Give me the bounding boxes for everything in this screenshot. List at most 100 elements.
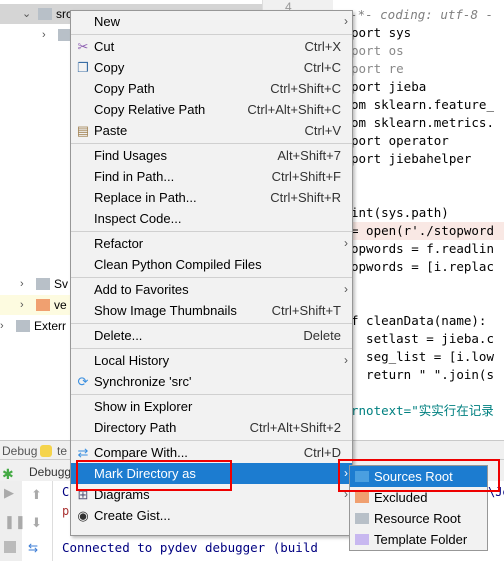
folder-icon xyxy=(355,471,369,482)
pause-icon[interactable]: ❚❚ xyxy=(4,514,26,530)
menu-item-show-in-explorer[interactable]: Show in Explorer xyxy=(71,396,352,417)
folder-icon xyxy=(36,278,50,290)
menu-separator xyxy=(71,440,352,441)
down-arrow-icon[interactable]: ⬇ xyxy=(31,515,42,531)
menu-separator xyxy=(71,348,352,349)
menu-item-shortcut: Ctrl+Shift+R xyxy=(270,190,341,205)
console-line: p xyxy=(62,504,70,518)
github-icon: ◉ xyxy=(77,508,89,523)
submenu-arrow-icon: › xyxy=(344,487,348,501)
menu-separator xyxy=(71,394,352,395)
menu-item-label: Show Image Thumbnails xyxy=(94,303,237,318)
submenu-item-sources-root[interactable]: Sources Root xyxy=(350,466,487,487)
menu-item-label: Refactor xyxy=(94,236,144,251)
menu-item-cut[interactable]: ✂ Cut Ctrl+X xyxy=(71,36,352,57)
paste-icon: ▤ xyxy=(76,123,90,138)
code-line: setlast = jieba.c xyxy=(351,331,494,346)
up-arrow-icon[interactable]: ⬆ xyxy=(31,487,42,503)
submenu-item-resource-root[interactable]: Resource Root xyxy=(350,508,487,529)
menu-item-label: Find Usages xyxy=(94,148,167,163)
menu-item-label: Inspect Code... xyxy=(94,211,182,226)
menu-separator xyxy=(71,143,352,144)
menu-item-label: Directory Path xyxy=(94,420,177,435)
menu-item-new[interactable]: New › xyxy=(71,11,352,32)
code-line: opwords = f.readlin xyxy=(351,241,494,256)
menu-item-copy-relative-path[interactable]: Copy Relative Path Ctrl+Alt+Shift+C xyxy=(71,99,352,120)
menu-item-delete[interactable]: Delete... Delete xyxy=(71,325,352,346)
code-line: port jieba xyxy=(351,79,427,94)
chevron-right-icon[interactable]: › xyxy=(42,25,46,45)
chevron-right-icon[interactable]: › xyxy=(20,274,24,294)
menu-item-find-usages[interactable]: Find Usages Alt+Shift+7 xyxy=(71,145,352,166)
folder-icon xyxy=(36,299,50,311)
menu-item-create-gist[interactable]: ◉ Create Gist... xyxy=(71,505,352,526)
console-line: C xyxy=(62,485,70,499)
menu-separator xyxy=(71,34,352,35)
copy-icon: ❐ xyxy=(77,60,89,75)
menu-item-compare-with[interactable]: ⇄ Compare With... Ctrl+D xyxy=(71,442,352,463)
mark-directory-submenu: Sources Root Excluded Resource Root Templat… xyxy=(349,465,488,551)
code-line: f cleanData(name): xyxy=(351,313,487,328)
code-line: seg_list = [i.low xyxy=(351,349,494,364)
debug-tab[interactable]: te xyxy=(57,444,67,458)
menu-item-copy[interactable]: ❐ Copy Ctrl+C xyxy=(71,57,352,78)
stop-icon[interactable] xyxy=(4,541,16,553)
code-line: port sys xyxy=(351,25,412,40)
menu-item-label: New xyxy=(94,14,121,29)
menu-item-diagrams[interactable]: ⊞ Diagrams › xyxy=(71,484,352,505)
menu-item-label: Replace in Path... xyxy=(94,190,197,205)
submenu-arrow-icon: › xyxy=(344,14,348,28)
chevron-right-icon[interactable]: › xyxy=(20,295,24,315)
submenu-item-label: Template Folder xyxy=(374,532,468,547)
chevron-right-icon[interactable]: › xyxy=(0,316,4,336)
menu-item-show-image-thumbnails[interactable]: Show Image Thumbnails Ctrl+Shift+T xyxy=(71,300,352,321)
menu-item-mark-directory-as[interactable]: Mark Directory as › xyxy=(71,463,352,484)
menu-item-shortcut: Ctrl+Alt+Shift+2 xyxy=(249,420,341,435)
menu-item-replace-in-path[interactable]: Replace in Path... Ctrl+Shift+R xyxy=(71,187,352,208)
submenu-item-excluded[interactable]: Excluded xyxy=(350,487,487,508)
menu-item-inspect-code[interactable]: Inspect Code... xyxy=(71,208,352,229)
code-line: om sklearn.feature_ xyxy=(351,97,494,112)
code-line: port os xyxy=(351,43,404,58)
console-output: Connected to pydev debugger (build xyxy=(62,540,318,555)
scissors-icon: ✂ xyxy=(77,39,89,54)
menu-item-label: Find in Path... xyxy=(94,169,175,184)
submenu-item-template-folder[interactable]: Template Folder xyxy=(350,529,487,550)
menu-item-find-in-path[interactable]: Find in Path... Ctrl+Shift+F xyxy=(71,166,352,187)
compare-icon: ⇄ xyxy=(77,445,89,460)
code-line: int(sys.path) xyxy=(351,205,449,220)
folder-icon xyxy=(38,8,52,20)
code-line: = open(r'./stopword xyxy=(351,222,504,240)
menu-item-add-to-favorites[interactable]: Add to Favorites › xyxy=(71,279,352,300)
menu-item-label: Add to Favorites xyxy=(94,282,189,297)
menu-item-directory-path[interactable]: Directory Path Ctrl+Alt+Shift+2 xyxy=(71,417,352,438)
menu-item-refactor[interactable]: Refactor › xyxy=(71,233,352,254)
code-line: port operator xyxy=(351,133,449,148)
tree-label: ve xyxy=(54,298,67,312)
menu-separator xyxy=(71,323,352,324)
menu-item-synchronize-src[interactable]: ⟳ Synchronize 'src' xyxy=(71,371,352,392)
menu-item-local-history[interactable]: Local History › xyxy=(71,350,352,371)
menu-item-label: Paste xyxy=(94,123,128,138)
menu-item-label: Synchronize 'src' xyxy=(94,374,192,389)
menu-item-paste[interactable]: ▤ Paste Ctrl+V xyxy=(71,120,352,141)
submenu-arrow-icon: › xyxy=(344,466,348,480)
menu-item-label: Show in Explorer xyxy=(94,399,193,414)
code-line: return " ".join(s xyxy=(351,367,494,382)
code-line: # -*- coding: utf-8 - xyxy=(335,7,494,22)
console-line: \Je xyxy=(488,485,504,499)
menu-item-clean-python-compiled-files[interactable]: Clean Python Compiled Files xyxy=(71,254,352,275)
menu-item-shortcut: Ctrl+X xyxy=(304,39,341,54)
menu-item-shortcut: Ctrl+Shift+T xyxy=(271,303,341,318)
chevron-down-icon[interactable]: ⌄ xyxy=(22,4,31,24)
folder-icon xyxy=(355,534,369,545)
resume-icon[interactable]: ▶ xyxy=(4,485,14,501)
debugger-tab[interactable]: Debugg xyxy=(29,465,71,479)
submenu-item-label: Resource Root xyxy=(374,511,461,526)
code-line: opwords = [i.replac xyxy=(351,259,494,274)
sync-icon: ⟳ xyxy=(77,374,89,389)
settings-icon[interactable]: ⇆ xyxy=(28,541,38,555)
menu-separator xyxy=(71,231,352,232)
submenu-item-label: Excluded xyxy=(374,490,428,505)
menu-item-copy-path[interactable]: Copy Path Ctrl+Shift+C xyxy=(71,78,352,99)
